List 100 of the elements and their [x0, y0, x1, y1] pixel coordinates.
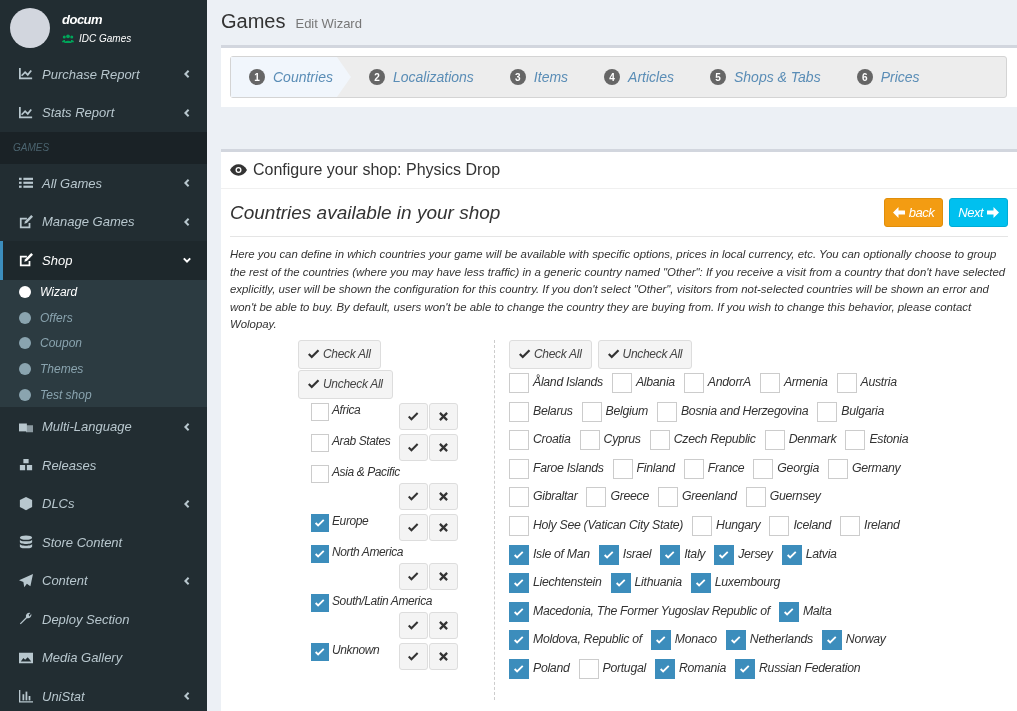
sidebar-item[interactable]: Manage Games	[0, 202, 207, 241]
sidebar-item[interactable]: Multi-Language	[0, 407, 207, 446]
checkbox[interactable]	[509, 658, 529, 679]
checkbox[interactable]	[683, 458, 704, 479]
sidebar-item[interactable]: All Games	[0, 164, 207, 203]
chevron-left-icon	[183, 108, 191, 117]
uncheck-region-button[interactable]	[429, 402, 458, 430]
checkbox[interactable]	[753, 458, 774, 479]
checkbox[interactable]	[578, 658, 599, 679]
sidebar-item[interactable]: UniStat	[0, 676, 207, 711]
checkbox[interactable]	[509, 544, 529, 565]
checkbox[interactable]	[509, 430, 529, 451]
sidebar-item[interactable]: Stats Report	[0, 93, 207, 132]
sidebar-subitem[interactable]: Themes	[0, 356, 207, 382]
database-icon	[19, 535, 33, 550]
checkbox[interactable]	[817, 401, 838, 422]
country-label: Estonia	[869, 432, 909, 447]
uncheck-region-button[interactable]	[429, 611, 458, 639]
check-icon	[730, 636, 741, 645]
checkbox[interactable]	[658, 487, 678, 508]
checkbox[interactable]	[836, 372, 857, 393]
checkbox[interactable]	[509, 458, 529, 479]
sidebar-item[interactable]: DLCs	[0, 484, 207, 523]
checkbox[interactable]	[612, 458, 633, 479]
checkbox[interactable]	[311, 402, 329, 421]
sidebar-item[interactable]: Media Gallery	[0, 638, 207, 677]
checkbox[interactable]	[845, 430, 866, 451]
checkbox[interactable]	[654, 658, 675, 679]
checkbox[interactable]	[778, 601, 799, 622]
checkbox[interactable]	[509, 573, 529, 594]
checkbox[interactable]	[611, 372, 632, 393]
checkbox[interactable]	[598, 544, 619, 565]
sidebar-item[interactable]: Shop	[0, 241, 207, 280]
checkbox[interactable]	[683, 372, 704, 393]
uncheck-all-button[interactable]: Uncheck All	[298, 369, 393, 399]
uncheck-region-button[interactable]	[429, 482, 458, 510]
chevron-left-icon	[183, 499, 191, 508]
checkbox[interactable]	[769, 515, 790, 536]
country-label: Bosnia and Herzegovina	[680, 403, 809, 418]
checkbox[interactable]	[759, 372, 780, 393]
checkbox[interactable]	[821, 630, 842, 651]
checkbox[interactable]	[764, 430, 785, 451]
checkbox[interactable]	[745, 487, 766, 508]
country-label: Denmark	[788, 432, 837, 447]
sidebar-subitem[interactable]: Wizard	[0, 279, 207, 306]
sidebar-subitem[interactable]: Coupon	[0, 330, 207, 357]
checkbox[interactable]	[840, 515, 861, 536]
checkbox[interactable]	[579, 430, 600, 451]
checkbox[interactable]	[649, 430, 670, 451]
checkbox[interactable]	[781, 544, 802, 565]
sidebar-item[interactable]: Content	[0, 561, 207, 600]
checkbox[interactable]	[725, 630, 746, 651]
uncheck-region-button[interactable]	[429, 433, 458, 461]
checkbox[interactable]	[692, 515, 713, 536]
sidebar-item[interactable]: Deploy Section	[0, 599, 207, 639]
checkbox[interactable]	[690, 573, 711, 594]
check-region-button[interactable]	[399, 482, 428, 510]
checkbox[interactable]	[509, 372, 529, 393]
country-label: Latvia	[805, 546, 837, 561]
check-region-button[interactable]	[399, 513, 428, 541]
checkbox[interactable]	[828, 458, 848, 479]
uncheck-region-button[interactable]	[429, 642, 458, 670]
checkbox[interactable]	[581, 401, 602, 422]
check-region-button[interactable]	[399, 402, 428, 430]
check-all-button[interactable]: Check All	[298, 339, 381, 369]
uncheck-region-button[interactable]	[429, 513, 458, 541]
checkbox[interactable]	[509, 487, 529, 508]
checkbox[interactable]	[714, 544, 735, 565]
checkbox[interactable]	[650, 630, 671, 651]
check-region-button[interactable]	[399, 642, 428, 670]
uncheck-region-button[interactable]	[429, 562, 458, 590]
check-icon	[408, 571, 419, 581]
checkbox[interactable]	[509, 515, 529, 536]
checkbox[interactable]	[311, 433, 329, 452]
wizard-step[interactable]: 1 Countries	[231, 57, 351, 97]
checkbox[interactable]	[656, 401, 677, 422]
check-region-button[interactable]	[399, 611, 428, 639]
sidebar-item[interactable]: Releases	[0, 445, 207, 485]
region-label: South/Latin America	[332, 593, 432, 610]
sidebar-subitem[interactable]: Test shop	[0, 381, 207, 408]
uncheck-all-button[interactable]: Uncheck All	[597, 339, 693, 369]
country-label: Faroe Islands	[533, 460, 604, 475]
checkbox[interactable]	[311, 593, 329, 612]
checkbox[interactable]	[509, 630, 529, 651]
sidebar-item[interactable]: Store Content	[0, 522, 207, 562]
check-region-button[interactable]	[399, 562, 428, 590]
check-all-button[interactable]: Check All	[509, 339, 592, 369]
checkbox[interactable]	[509, 401, 529, 422]
check-region-button[interactable]	[399, 433, 428, 461]
checkbox[interactable]	[311, 544, 329, 563]
checkbox[interactable]	[660, 544, 681, 565]
checkbox[interactable]	[509, 601, 529, 622]
checkbox[interactable]	[311, 464, 329, 483]
checkbox[interactable]	[735, 658, 756, 679]
checkbox[interactable]	[610, 573, 631, 594]
checkbox[interactable]	[311, 513, 329, 532]
sidebar-subitem[interactable]: Offers	[0, 305, 207, 331]
checkbox[interactable]	[586, 487, 607, 508]
checkbox[interactable]	[311, 642, 329, 661]
sidebar-item[interactable]: Purchase Report	[0, 55, 207, 94]
